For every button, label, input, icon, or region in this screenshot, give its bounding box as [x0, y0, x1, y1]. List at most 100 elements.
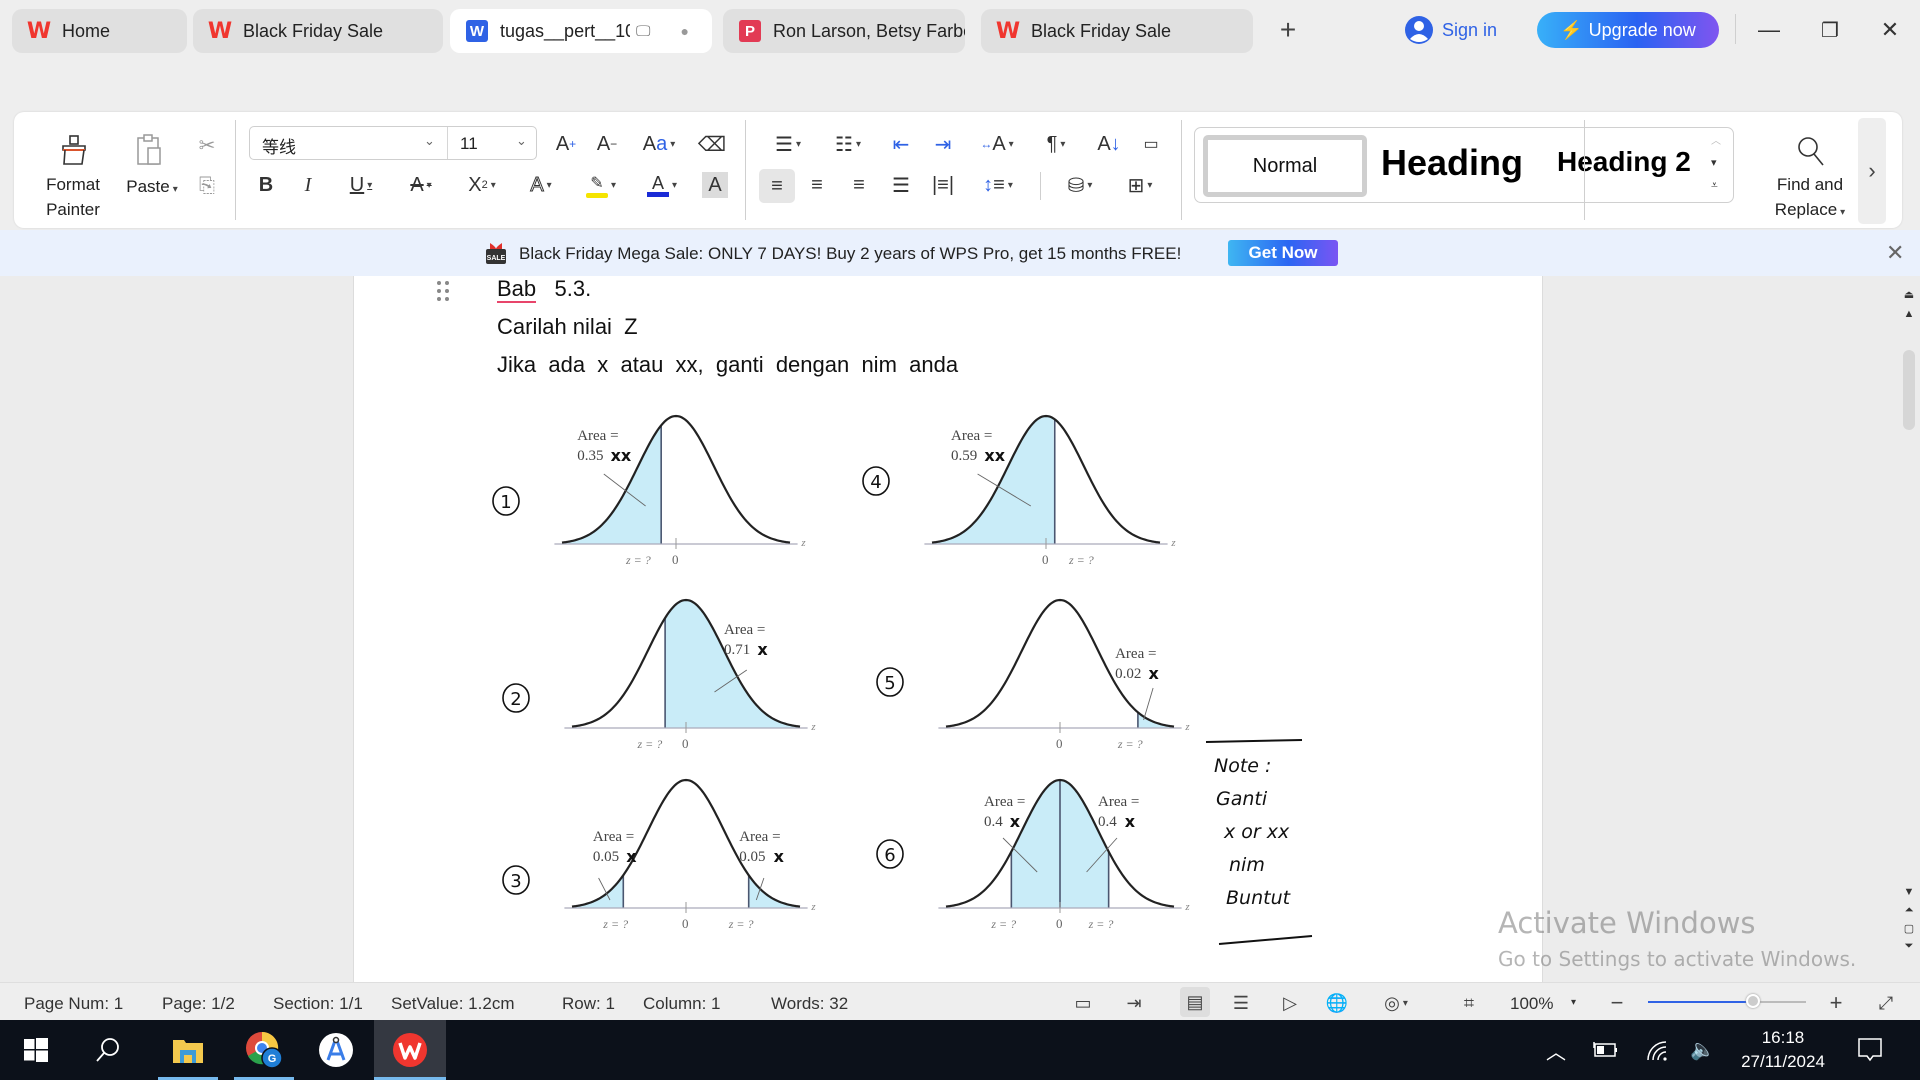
paragraph-shading-button[interactable]: ⛁ ▾ — [1058, 172, 1102, 198]
font-color-button[interactable]: A ▾ — [640, 170, 684, 200]
restore-button[interactable]: ❐ — [1810, 12, 1850, 48]
tab-black-friday-sale-2[interactable]: W Black Friday Sale — [981, 9, 1253, 53]
cut-icon[interactable]: ✂ — [194, 132, 220, 158]
font-selector[interactable]: 等线 ⌄ 11 ⌄ — [249, 126, 537, 160]
superscript-button[interactable]: X 2 ▾ — [460, 172, 504, 198]
play-icon[interactable]: ▷ — [1278, 991, 1302, 1015]
bullets-button[interactable]: ☰ ▾ — [766, 131, 810, 157]
character-shading-button[interactable]: A — [702, 172, 728, 198]
close-window-button[interactable]: ✕ — [1870, 12, 1910, 48]
word-count-status[interactable]: Words: 32 — [771, 994, 848, 1014]
new-tab-button[interactable]: + — [1268, 12, 1308, 48]
show-paragraph-marks-button[interactable]: ¶ ▾ — [1036, 131, 1076, 157]
fit-page-icon[interactable]: ⌗ — [1457, 991, 1481, 1015]
increase-font-size-icon[interactable]: A + — [553, 131, 579, 157]
taskbar-search-button[interactable] — [72, 1020, 144, 1080]
decrease-indent-button[interactable]: ⇤ — [888, 131, 914, 157]
minimize-button[interactable]: — — [1749, 12, 1789, 48]
tab-document[interactable]: W tugas__pert__10.d 🖵 ● — [450, 9, 712, 53]
tab-black-friday-sale[interactable]: W Black Friday Sale — [193, 9, 443, 53]
tab-home[interactable]: W Home — [12, 9, 187, 53]
italic-button[interactable]: I — [295, 172, 321, 198]
style-scroll-down-icon[interactable]: ▾ — [1711, 156, 1717, 169]
volume-icon[interactable]: 🔈 — [1690, 1037, 1715, 1062]
numbering-button[interactable]: ☷ ▾ — [826, 131, 870, 157]
zoom-in-icon[interactable]: + — [1824, 990, 1848, 1015]
zoom-dropdown-icon[interactable]: ▾ — [1571, 997, 1576, 1008]
font-dropdown-icon[interactable]: ⌄ — [424, 133, 435, 149]
change-case-icon[interactable]: Aa ▾ — [637, 131, 681, 157]
page-view-icon[interactable]: ▭ — [1071, 991, 1095, 1015]
sort-button[interactable]: A ↓ — [1096, 131, 1122, 157]
document-page[interactable]: Bab 5.3. Carilah nilai Z Jika ada x atau… — [353, 276, 1543, 982]
decrease-font-size-icon[interactable]: A − — [594, 131, 620, 157]
clear-formatting-icon[interactable]: ⌫ — [698, 131, 726, 157]
line-spacing-button[interactable]: ↕ ≡ ▾ — [976, 172, 1020, 198]
page-num-status[interactable]: Page Num: 1 — [24, 994, 123, 1014]
previous-page-icon[interactable]: ⏶ — [1900, 902, 1918, 918]
scroll-up-arrow[interactable]: ▲ — [1900, 306, 1918, 322]
ruler-button[interactable]: ▭ — [1138, 131, 1164, 157]
zoom-out-icon[interactable]: − — [1605, 990, 1629, 1015]
section-status[interactable]: Section: 1/1 — [273, 994, 363, 1014]
style-heading[interactable]: Heading — [1381, 142, 1523, 184]
sign-in-button[interactable]: Sign in — [1404, 15, 1497, 45]
character-spacing-button[interactable]: ↔ A ▾ — [975, 131, 1019, 157]
misspelled-word[interactable]: Bab — [497, 276, 537, 303]
font-size-value[interactable]: 11 — [460, 134, 478, 154]
close-banner-icon[interactable]: ✕ — [1886, 240, 1904, 266]
fullscreen-icon[interactable]: ⤢ — [1874, 991, 1898, 1015]
eye-protection-icon[interactable]: ◎ ▾ — [1376, 991, 1416, 1015]
set-value-status[interactable]: SetValue: 1.2cm — [391, 994, 514, 1014]
zoom-slider-knob[interactable] — [1746, 994, 1760, 1008]
text-effect-button[interactable]: A ▾ — [521, 172, 561, 198]
select-browse-object-icon[interactable]: ▢ — [1900, 920, 1918, 936]
font-size-dropdown-icon[interactable]: ⌄ — [516, 133, 527, 149]
tab-pdf[interactable]: P Ron Larson, Betsy Farber - — [723, 9, 965, 53]
justify-button[interactable]: ☰ — [888, 172, 914, 198]
format-painter-button[interactable]: Format Painter — [34, 172, 112, 222]
row-status[interactable]: Row: 1 — [562, 994, 615, 1014]
column-status[interactable]: Column: 1 — [643, 994, 720, 1014]
bold-button[interactable]: B — [253, 172, 279, 198]
taskbar-file-explorer[interactable] — [152, 1020, 224, 1080]
style-expand-icon[interactable]: ⩡ — [1711, 178, 1718, 193]
underline-button[interactable]: U ▾ — [343, 172, 379, 198]
vertical-scrollbar-thumb[interactable] — [1903, 350, 1915, 430]
taskbar-chrome[interactable]: G — [228, 1020, 300, 1080]
web-layout-icon[interactable]: 🌐 — [1325, 991, 1349, 1015]
align-left-button[interactable]: ≡ — [759, 169, 795, 203]
increase-indent-button[interactable]: ⇥ — [930, 131, 956, 157]
find-and-replace-button[interactable]: Find and Replace ▾ — [1765, 172, 1855, 225]
taskbar-android-studio[interactable] — [300, 1020, 372, 1080]
taskbar-wps-office[interactable] — [374, 1020, 446, 1080]
paste-button[interactable]: Paste ▾ — [122, 174, 182, 202]
distributed-button[interactable]: |≡| — [930, 172, 956, 198]
drag-handle-icon[interactable] — [436, 280, 450, 302]
style-scroll-up-icon[interactable]: ︿ — [1711, 132, 1721, 147]
find-icon[interactable] — [1793, 134, 1827, 168]
unsaved-dot-icon[interactable]: ● — [680, 23, 688, 39]
wifi-icon[interactable] — [1645, 1040, 1669, 1062]
mobile-view-icon[interactable]: ⇥ — [1122, 991, 1146, 1015]
scroll-page-up-icon[interactable]: ⏏ — [1900, 286, 1918, 302]
notification-center-icon[interactable] — [1857, 1037, 1883, 1063]
battery-charging-icon[interactable] — [1592, 1040, 1618, 1060]
zoom-slider[interactable] — [1648, 994, 1806, 1008]
page-status[interactable]: Page: 1/2 — [162, 994, 235, 1014]
paste-icon[interactable] — [133, 133, 167, 167]
outline-view-icon[interactable]: ☰ — [1229, 991, 1253, 1015]
style-heading-2[interactable]: Heading 2 — [1557, 146, 1691, 178]
start-button[interactable] — [0, 1020, 72, 1080]
highlight-color-button[interactable]: ✎ ▾ — [579, 170, 623, 200]
next-page-icon[interactable]: ⏷ — [1900, 938, 1918, 954]
show-hidden-icons[interactable]: ︿ — [1546, 1036, 1566, 1065]
print-layout-icon[interactable]: ▤ — [1180, 987, 1210, 1017]
align-right-button[interactable]: ≡ — [846, 172, 872, 198]
format-painter-icon[interactable] — [57, 133, 91, 167]
upgrade-now-button[interactable]: ⚡ Upgrade now — [1537, 12, 1719, 48]
copy-icon[interactable]: ⎘ — [194, 173, 220, 199]
style-normal[interactable]: Normal — [1203, 135, 1367, 197]
get-now-button[interactable]: Get Now — [1228, 240, 1338, 266]
align-center-button[interactable]: ≡ — [804, 172, 830, 198]
